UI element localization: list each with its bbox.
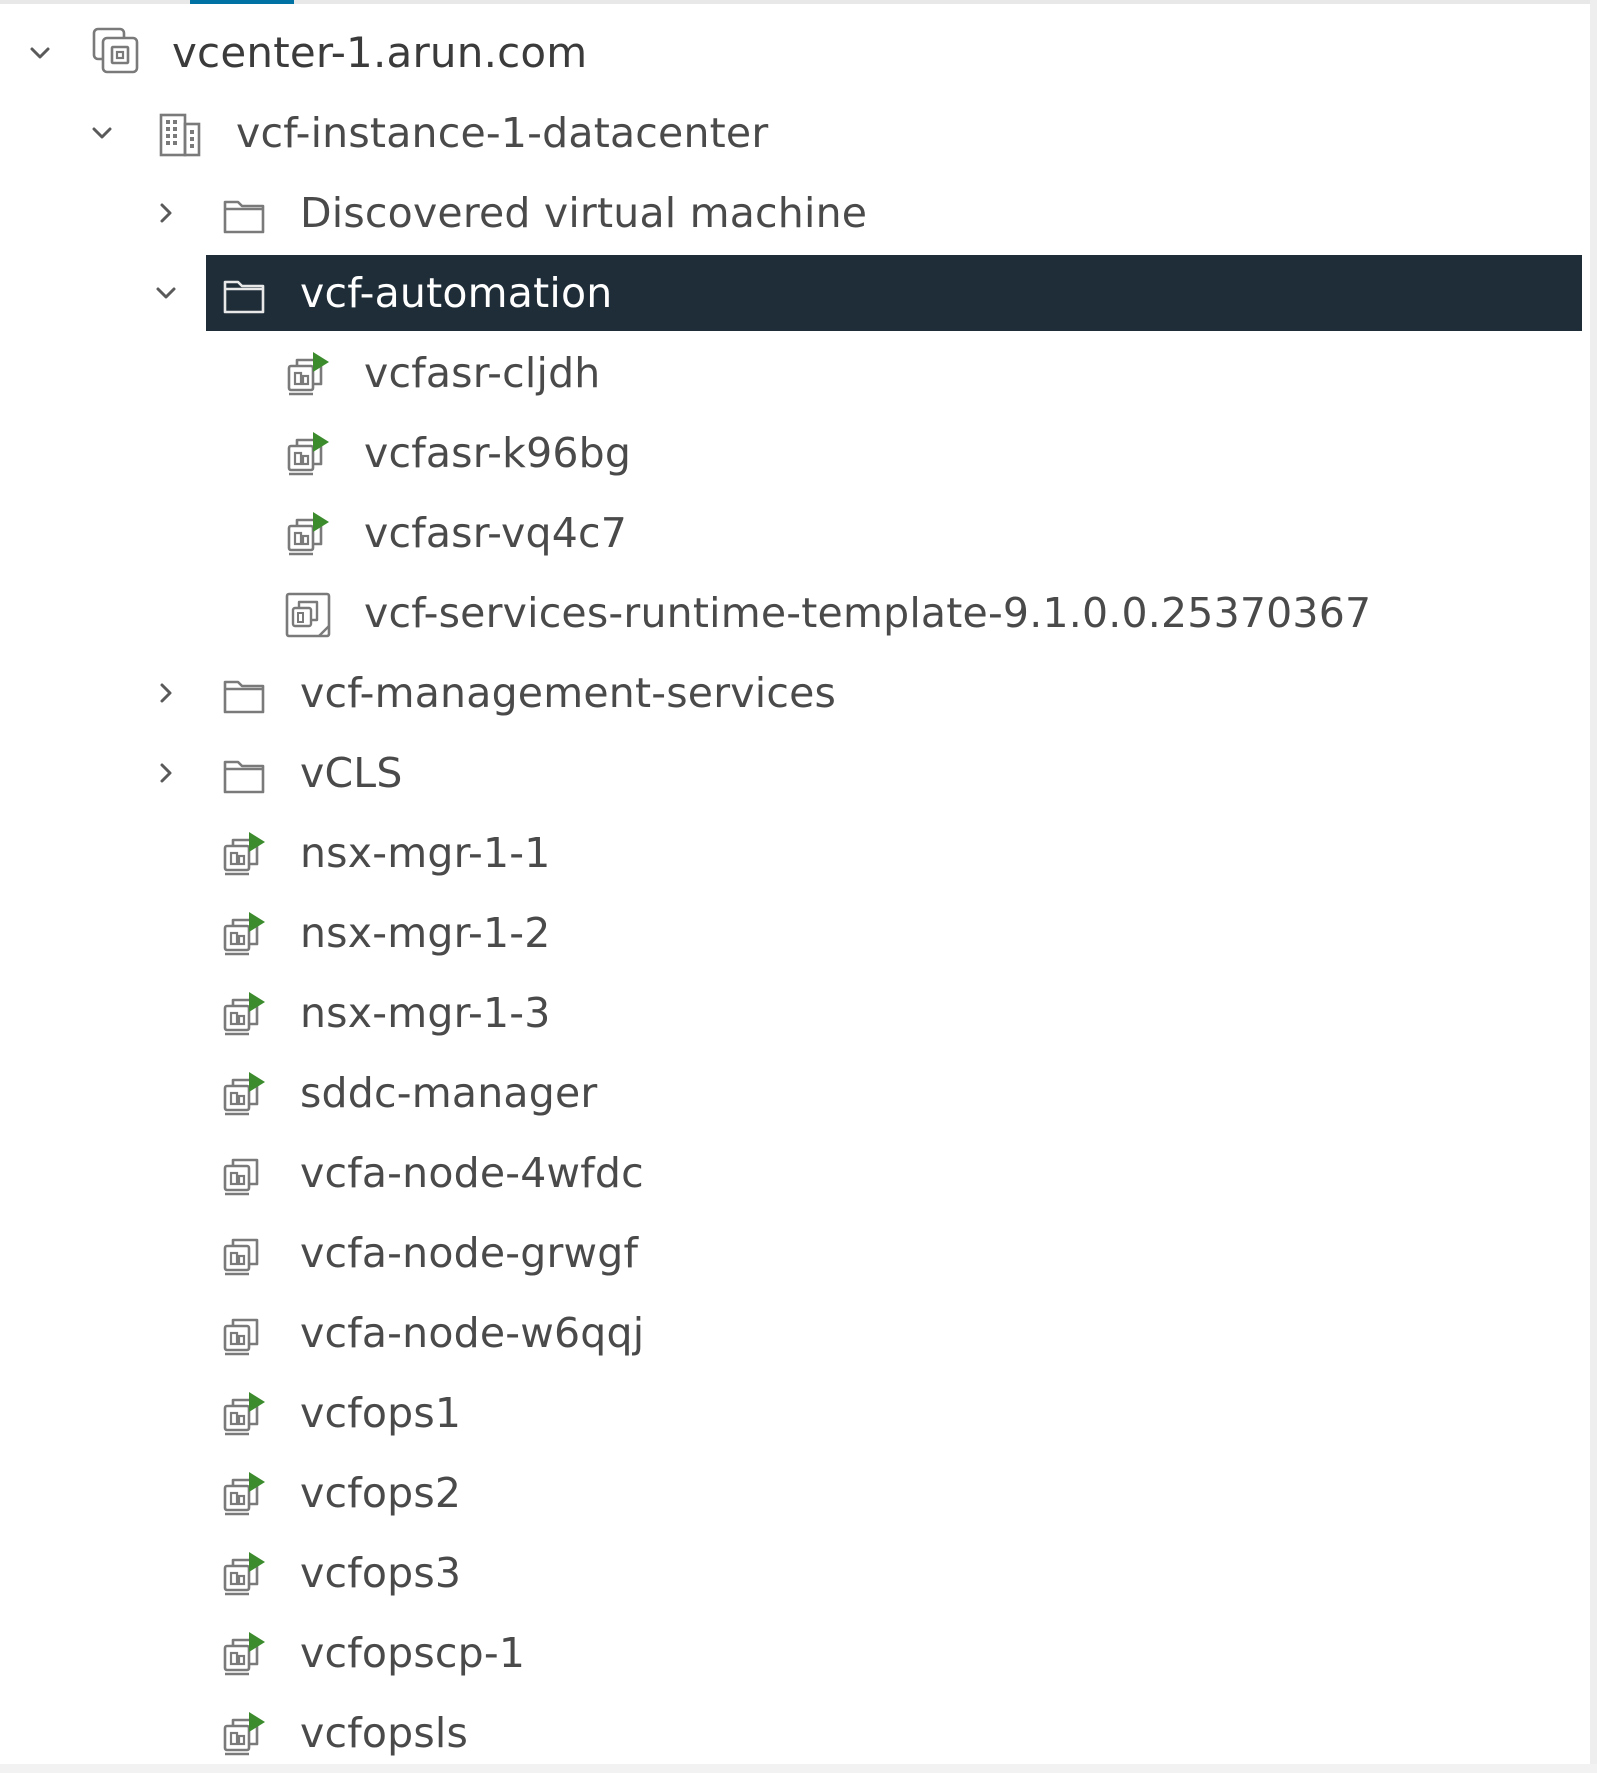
tree-node-label: nsx-mgr-1-1 (300, 829, 551, 877)
tree-node-label: vcf-management-services (300, 669, 837, 717)
vm-powered-off-icon (219, 1150, 269, 1200)
folder-icon (219, 670, 269, 720)
tree-node-label: vcfops2 (300, 1469, 462, 1517)
chevron-down-icon[interactable] (86, 117, 118, 149)
tree-node-label: vcfops3 (300, 1549, 462, 1597)
tree-node-label: vcf-instance-1-datacenter (236, 109, 769, 157)
tree-node-label: vcfops1 (300, 1389, 462, 1437)
tree-node-vm[interactable]: vcfops3 (0, 1533, 1590, 1613)
vm-powered-on-icon (219, 1710, 269, 1760)
tree-node-folder-automation[interactable]: vcf-automation (0, 253, 1590, 333)
chevron-right-icon[interactable] (150, 677, 182, 709)
tree-node-label: Discovered virtual machine (300, 189, 868, 237)
tree-node-vm[interactable]: nsx-mgr-1-3 (0, 973, 1590, 1053)
vm-powered-on-icon (283, 510, 333, 560)
active-tab-indicator (190, 0, 294, 4)
tree-node-label: sddc-manager (300, 1069, 598, 1117)
vm-powered-off-icon (219, 1230, 269, 1280)
vm-powered-off-icon (219, 1310, 269, 1360)
vm-powered-on-icon (219, 830, 269, 880)
vm-template-icon (283, 590, 333, 640)
tree-node-vm[interactable]: nsx-mgr-1-2 (0, 893, 1590, 973)
tree-node-vm[interactable]: vcfopsls (0, 1693, 1590, 1773)
tree-node-label: vcf-services-runtime-template-9.1.0.0.25… (364, 589, 1372, 637)
tree-node-vm[interactable]: vcfa-node-4wfdc (0, 1133, 1590, 1213)
tree-node-vm[interactable]: vcfopscp-1 (0, 1613, 1590, 1693)
tree-node-vm[interactable]: vcfa-node-grwgf (0, 1213, 1590, 1293)
tree-node-label: vcenter-1.arun.com (172, 28, 588, 77)
panel-bottom-border (0, 1764, 1597, 1773)
folder-icon (219, 750, 269, 800)
tree-node-vm[interactable]: vcfops1 (0, 1373, 1590, 1453)
tree-node-vm[interactable]: nsx-mgr-1-1 (0, 813, 1590, 893)
tree-node-datacenter[interactable]: vcf-instance-1-datacenter (0, 93, 1590, 173)
tree-node-folder-vcls[interactable]: vCLS (0, 733, 1590, 813)
tree-node-label: vcfasr-vq4c7 (364, 509, 628, 557)
vcenter-icon (90, 25, 146, 81)
folder-icon (219, 190, 269, 240)
tree-node-label: vCLS (300, 749, 403, 797)
tree-node-label: vcfasr-k96bg (364, 429, 632, 477)
vm-powered-on-icon (219, 990, 269, 1040)
panel-right-border (1590, 0, 1597, 1773)
tree-node-vm[interactable]: vcfasr-k96bg (0, 413, 1590, 493)
chevron-right-icon[interactable] (150, 757, 182, 789)
inventory-tree: vcenter-1.arun.com vcf-instance-1-datace… (0, 13, 1590, 1773)
tree-node-vm[interactable]: vcfops2 (0, 1453, 1590, 1533)
tree-node-vm[interactable]: vcfasr-vq4c7 (0, 493, 1590, 573)
vm-powered-on-icon (219, 910, 269, 960)
tree-node-vm[interactable]: sddc-manager (0, 1053, 1590, 1133)
folder-icon (219, 270, 269, 320)
tree-node-label: vcfopscp-1 (300, 1629, 526, 1677)
vm-powered-on-icon (283, 350, 333, 400)
chevron-down-icon[interactable] (150, 277, 182, 309)
tree-node-folder-discovered[interactable]: Discovered virtual machine (0, 173, 1590, 253)
tree-node-label: vcf-automation (300, 269, 613, 317)
vm-powered-on-icon (219, 1390, 269, 1440)
tree-node-label: nsx-mgr-1-2 (300, 909, 551, 957)
tree-node-label: vcfopsls (300, 1709, 469, 1757)
tree-node-label: nsx-mgr-1-3 (300, 989, 551, 1037)
vm-powered-on-icon (219, 1470, 269, 1520)
tree-node-vcenter[interactable]: vcenter-1.arun.com (0, 13, 1590, 93)
tree-node-vm[interactable]: vcfasr-cljdh (0, 333, 1590, 413)
tree-node-label: vcfa-node-w6qqj (300, 1309, 645, 1357)
tree-node-label: vcfa-node-grwgf (300, 1229, 639, 1277)
tree-node-folder-management[interactable]: vcf-management-services (0, 653, 1590, 733)
tree-node-vm-template[interactable]: vcf-services-runtime-template-9.1.0.0.25… (0, 573, 1590, 653)
chevron-down-icon[interactable] (24, 37, 56, 69)
vm-powered-on-icon (283, 430, 333, 480)
chevron-right-icon[interactable] (150, 197, 182, 229)
vm-powered-on-icon (219, 1070, 269, 1120)
tree-node-label: vcfasr-cljdh (364, 349, 601, 397)
vm-powered-on-icon (219, 1550, 269, 1600)
tree-node-vm[interactable]: vcfa-node-w6qqj (0, 1293, 1590, 1373)
vm-powered-on-icon (219, 1630, 269, 1680)
datacenter-icon (156, 110, 206, 160)
tree-node-label: vcfa-node-4wfdc (300, 1149, 644, 1197)
